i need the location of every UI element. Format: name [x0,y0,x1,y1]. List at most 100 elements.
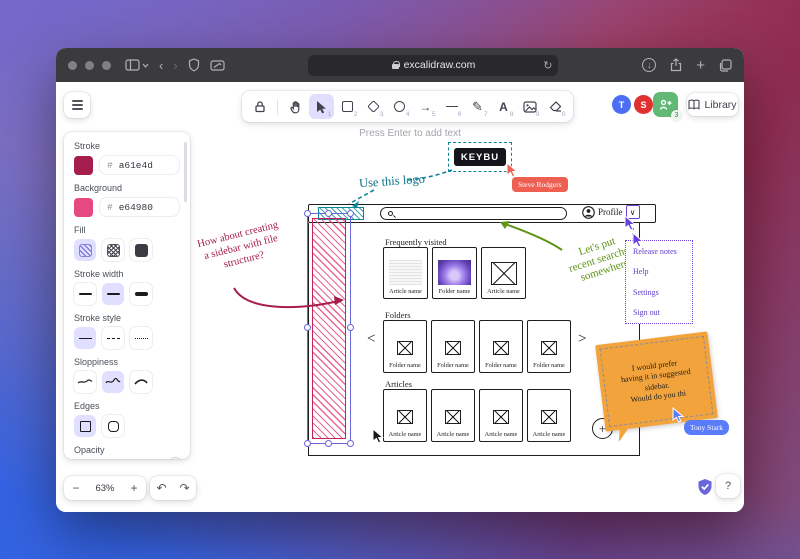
article-thumbnail [389,260,422,285]
sticky-note[interactable]: I would prefer having it in suggested si… [595,331,718,431]
zoom-in-button[interactable]: + [122,481,146,495]
tab-overview-icon[interactable] [719,59,732,72]
fill-crosshatch-option[interactable] [102,239,124,261]
properties-panel: Stroke # a61e4d Background # e64980 [64,132,190,459]
book-icon [688,99,700,110]
fill-label: Fill [74,225,180,235]
undo-button[interactable]: ↶ [150,481,173,495]
folder-card: Folder name [431,320,475,373]
reload-icon[interactable]: ↻ [543,59,552,72]
zoom-button[interactable] [102,61,111,70]
main-menu-button[interactable] [64,92,90,118]
folder-card: Folder name [383,320,427,373]
stroke-style-dotted-option[interactable] [130,327,152,349]
lock-tool[interactable] [247,94,272,119]
stroke-hex-input[interactable]: # a61e4d [99,155,180,175]
text-tool[interactable]: A8 [491,94,516,119]
opacity-slider-knob[interactable] [169,458,182,459]
background-hex-input[interactable]: # e64980 [99,197,180,217]
back-button[interactable]: ‹ [159,59,163,72]
selection-handle[interactable] [304,210,311,217]
selection-handle[interactable] [325,210,332,217]
user-icon [582,206,595,219]
forward-button[interactable]: › [173,59,177,72]
collaborator-avatar[interactable]: S [634,95,653,114]
address-bar[interactable]: excalidraw.com ↻ [308,55,558,76]
edges-sharp-option[interactable] [74,415,96,437]
image-placeholder-icon [491,262,517,285]
browser-window: ‹ › excalidraw.com ↻ ↓ + [56,48,744,512]
editor-hint-text: Press Enter to add text [300,128,520,139]
help-button[interactable]: ? [716,474,740,498]
zoom-out-button[interactable]: − [64,481,88,495]
stroke-color-swatch[interactable] [74,156,93,175]
wireframe-profile-menu: Release notes Help Settings Sign out [625,240,693,324]
share-icon[interactable] [670,58,682,72]
sidebar-toggle-icon[interactable] [125,59,149,71]
eraser-tool[interactable]: 0 [543,94,568,119]
background-color-swatch[interactable] [74,198,93,217]
carousel-prev-arrow: < [367,331,375,348]
stroke-width-bold-option[interactable] [102,283,124,305]
selection-handle[interactable] [347,440,354,447]
image-placeholder-icon [445,410,461,424]
image-tool[interactable]: 9 [517,94,542,119]
collaborator-count-badge: 3 [671,110,682,121]
collaborator-avatar[interactable]: T [612,95,631,114]
edges-label: Edges [74,401,180,411]
tool-toolbar: 1 2 3 4 →5 6 ✎7 A8 [242,91,573,122]
folder-thumbnail [438,260,471,285]
section-articles: Articles [385,379,412,389]
minimize-button[interactable] [85,61,94,70]
stroke-width-thin-option[interactable] [74,283,96,305]
edges-round-option[interactable] [102,415,124,437]
compose-icon[interactable] [210,60,225,71]
hand-tool[interactable] [283,94,308,119]
zoom-bar: − 63% + [64,476,146,500]
encryption-shield-icon [697,478,713,496]
fill-solid-option[interactable] [130,239,152,261]
sloppiness-cartoonist-option[interactable] [130,371,152,393]
menu-item: Settings [633,288,685,297]
selection-handle[interactable] [347,210,354,217]
excalidraw-canvas[interactable]: Profile ∨ Frequently visited Article nam… [56,82,744,512]
selection-handle[interactable] [325,440,332,447]
selection-handle[interactable] [304,440,311,447]
zoom-level[interactable]: 63% [88,483,122,494]
share-collaboration-button[interactable]: 3 [653,92,678,117]
line-tool[interactable]: 6 [439,94,464,119]
stroke-width-extrabold-option[interactable] [130,283,152,305]
freq-card: Article name [481,247,526,299]
stroke-style-dashed-option[interactable] [102,327,124,349]
menu-item: Help [633,267,685,276]
sloppiness-artist-option[interactable] [102,371,124,393]
new-tab-icon[interactable]: + [696,57,705,74]
selection-box [307,213,351,444]
sloppiness-architect-option[interactable] [74,371,96,393]
image-placeholder-icon [541,341,557,355]
draw-tool[interactable]: ✎7 [465,94,490,119]
fill-hachure-option[interactable] [74,239,96,261]
close-button[interactable] [68,61,77,70]
redo-button[interactable]: ↷ [173,481,196,495]
traffic-lights [68,61,111,70]
image-placeholder-icon [541,410,557,424]
selection-handle[interactable] [304,324,311,331]
selection-tool[interactable]: 1 [309,94,334,119]
rectangle-tool[interactable]: 2 [335,94,360,119]
panel-scrollbar[interactable] [184,142,187,202]
undo-redo-bar: ↶ ↷ [150,476,196,500]
downloads-icon[interactable]: ↓ [642,58,656,72]
menu-item: Sign out [633,308,685,317]
ellipse-tool[interactable]: 4 [387,94,412,119]
selection-handle[interactable] [347,324,354,331]
library-button[interactable]: Library [687,93,738,116]
url-text: excalidraw.com [404,59,476,71]
folder-card: Folder name [527,320,571,373]
stroke-style-solid-option[interactable] [74,327,96,349]
article-card: Article name [527,389,571,442]
privacy-shield-icon[interactable] [188,58,200,72]
diamond-tool[interactable]: 3 [361,94,386,119]
arrow-tool[interactable]: →5 [413,94,438,119]
stroke-width-label: Stroke width [74,269,180,279]
